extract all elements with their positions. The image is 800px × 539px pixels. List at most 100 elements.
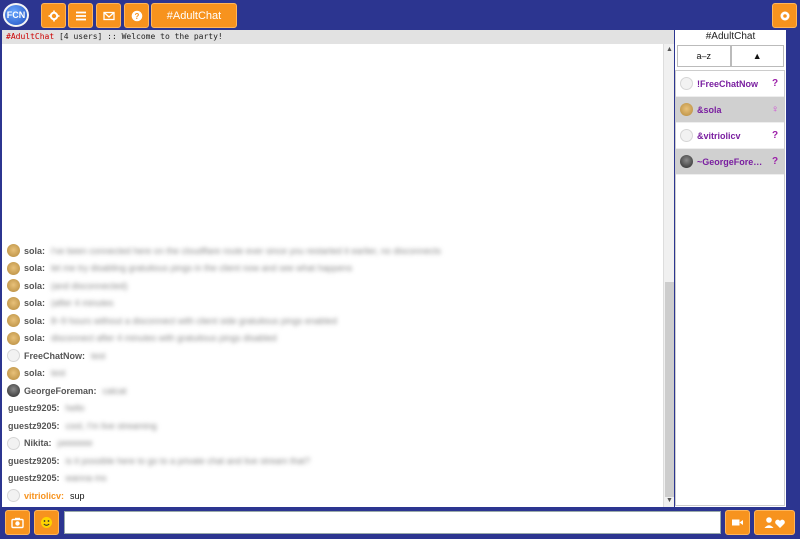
messages-button[interactable] — [96, 3, 121, 28]
avatar[interactable] — [7, 314, 20, 328]
message-nick[interactable]: guestz9205: — [8, 421, 60, 431]
user-row[interactable]: &vitriolicv? — [676, 123, 784, 149]
emoji-button[interactable] — [34, 510, 59, 535]
message-nick[interactable]: guestz9205: — [8, 456, 60, 466]
message-nick[interactable]: sola: — [24, 246, 45, 256]
unknown-gender-icon: ? — [771, 156, 779, 167]
message-nick[interactable]: guestz9205: — [8, 403, 60, 413]
user-name: ~GeorgeForeman — [697, 156, 769, 167]
video-button[interactable] — [725, 510, 750, 535]
message-text: sup — [70, 490, 85, 501]
user-profile-button[interactable] — [754, 510, 795, 535]
avatar[interactable] — [7, 366, 20, 380]
message-text: peeeeee — [57, 438, 93, 449]
message-row: sola: (and disconnected) — [2, 277, 662, 295]
message-nick[interactable]: Nikita: — [24, 438, 52, 448]
avatar[interactable] — [7, 296, 20, 310]
message-nick[interactable]: sola: — [24, 368, 45, 378]
userlist-channel-title: #AdultChat — [705, 31, 756, 42]
user-name: !FreeChatNow — [697, 78, 759, 89]
avatar[interactable] — [7, 384, 20, 398]
avatar[interactable] — [7, 349, 20, 363]
message-nick[interactable]: FreeChatNow: — [24, 351, 85, 361]
message-nick[interactable]: sola: — [24, 316, 45, 326]
tab-adultchat[interactable]: #AdultChat — [151, 3, 237, 28]
chat-scrollbar[interactable]: ▲ ▼ — [663, 44, 674, 507]
channel-topic: #AdultChat [4 users] :: Welcome to the p… — [2, 30, 674, 44]
message-list: sola: i've been connected here on the clo… — [2, 242, 662, 505]
bottom-bar — [0, 507, 800, 539]
avatar[interactable] — [7, 261, 20, 275]
video-icon — [732, 519, 743, 526]
user-pane: #AdultChat a–z ▲ !FreeChatNow? &sola ♀ &vit… — [675, 30, 786, 507]
avatar — [680, 129, 693, 142]
message-row: sola: (after 4 minutes — [2, 295, 662, 313]
message-text: test — [91, 350, 106, 361]
gear-icon — [48, 10, 59, 21]
channel-list-button[interactable] — [68, 3, 93, 28]
scroll-up-arrow-icon[interactable]: ▲ — [666, 46, 673, 54]
scrollbar-thumb[interactable] — [665, 282, 674, 497]
avatar[interactable] — [7, 489, 20, 503]
message-row: sola: let me try disabling gratuitous pin… — [2, 260, 662, 278]
message-nick[interactable]: guestz9205: — [8, 473, 60, 483]
message-row: sola: disconnect after 4 minutes with gra… — [2, 330, 662, 348]
avatar[interactable] — [7, 279, 20, 293]
message-nick[interactable]: GeorgeForeman: — [24, 386, 97, 396]
message-row: sola: 8~9 hours without a disconnect with… — [2, 312, 662, 330]
message-text: disconnect after 4 minutes with gratuito… — [51, 333, 277, 344]
camera-button[interactable] — [5, 510, 30, 535]
right-edge — [786, 30, 798, 507]
avatar[interactable] — [7, 244, 20, 258]
message-text: is it possible here to go to a private c… — [65, 455, 311, 466]
message-nick[interactable]: sola: — [24, 263, 45, 273]
sort-alpha-button[interactable]: a–z — [677, 45, 731, 67]
message-row: sola: test — [2, 365, 662, 383]
user-heart-icon — [764, 517, 785, 528]
chat-pane[interactable]: #AdultChat [4 users] :: Welcome to the p… — [2, 30, 674, 507]
message-input[interactable] — [64, 511, 721, 534]
unknown-gender-icon: ? — [771, 78, 779, 89]
avatar — [680, 77, 693, 90]
user-list: !FreeChatNow? &sola ♀ &vitriolicv? ~GeorgeFo… — [675, 70, 785, 506]
message-text: hello — [65, 403, 85, 414]
unknown-gender-icon: ? — [771, 130, 779, 141]
fcn-logo[interactable]: FCN — [3, 3, 29, 27]
message-row: guestz9205: wanna ms — [2, 470, 662, 488]
topic-text: [4 users] :: Welcome to the party! — [54, 32, 223, 41]
user-name: &sola — [697, 104, 722, 115]
help-button[interactable]: ? — [124, 3, 149, 28]
message-text: let me try disabling gratuitous pings in… — [51, 263, 353, 274]
message-nick[interactable]: sola: — [24, 333, 45, 343]
female-icon: ♀ — [771, 104, 779, 115]
svg-text:?: ? — [134, 12, 139, 21]
scroll-down-arrow-icon[interactable]: ▼ — [666, 497, 673, 505]
message-text: (and disconnected) — [51, 280, 128, 291]
sort-direction-button[interactable]: ▲ — [730, 45, 784, 67]
message-nick[interactable]: sola: — [24, 298, 45, 308]
avatar[interactable] — [7, 436, 20, 450]
camera-icon — [11, 517, 24, 529]
message-row: GeorgeForeman: catcat — [2, 382, 662, 400]
avatar — [680, 155, 693, 168]
options-button[interactable] — [772, 3, 797, 28]
avatar[interactable] — [7, 331, 20, 345]
sort-controls: a–z ▲ — [677, 45, 784, 67]
message-text: catcat — [102, 385, 127, 396]
emoji-icon — [41, 517, 52, 528]
message-row: FreeChatNow: test — [2, 347, 662, 365]
message-text: i've been connected here on the cloudfla… — [51, 245, 441, 256]
message-row: guestz9205: hello — [2, 400, 662, 418]
settings-button[interactable] — [41, 3, 66, 28]
user-name: &vitriolicv — [697, 130, 741, 141]
user-row[interactable]: ~GeorgeForeman? — [676, 149, 784, 175]
message-nick[interactable]: sola: — [24, 281, 45, 291]
message-text: wanna ms — [65, 473, 107, 484]
list-icon — [75, 11, 86, 20]
user-row[interactable]: !FreeChatNow? — [676, 71, 784, 97]
top-toolbar: FCN ? #AdultChat — [0, 0, 800, 30]
message-row: vitriolicv: sup — [2, 487, 662, 505]
message-text: (after 4 minutes — [51, 298, 114, 309]
user-row[interactable]: &sola ♀ — [676, 97, 784, 123]
message-nick[interactable]: vitriolicv: — [24, 491, 64, 501]
